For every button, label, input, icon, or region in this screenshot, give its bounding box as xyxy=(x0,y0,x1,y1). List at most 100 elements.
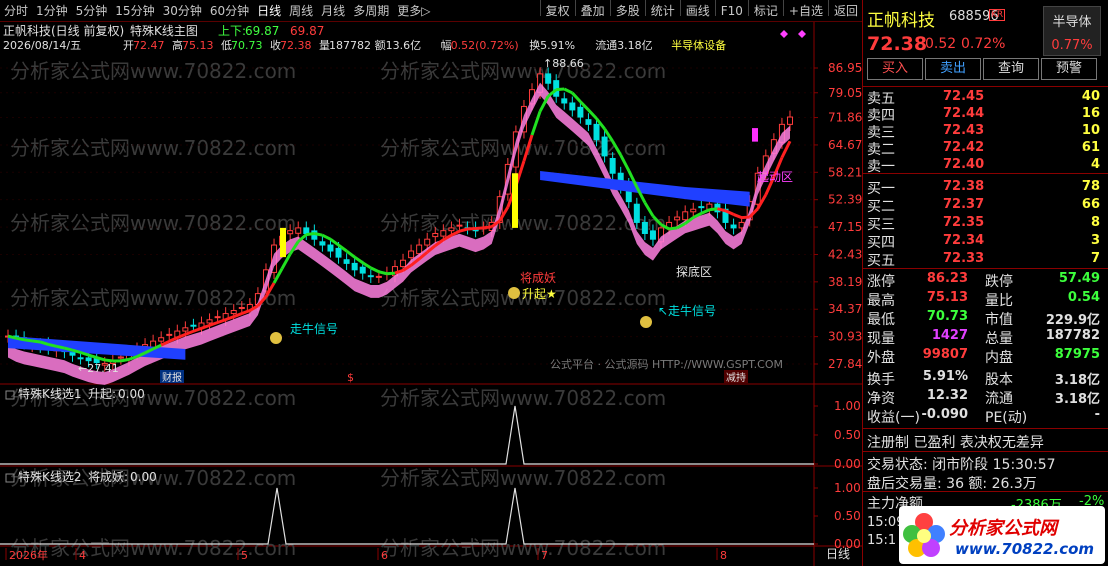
candle-body xyxy=(601,136,608,157)
caibao-marker: 财报 xyxy=(162,371,182,384)
price-tick-label: 47.15 xyxy=(828,220,862,234)
stat-label: 最高 xyxy=(867,293,895,309)
query-button[interactable]: 查询 xyxy=(983,58,1039,80)
sell-button[interactable]: 卖出 xyxy=(925,58,981,80)
period-tab-0[interactable]: 分时 xyxy=(0,0,32,22)
toolbar-button-4[interactable]: 画线 xyxy=(682,0,714,22)
price-tick-label: 38.19 xyxy=(828,275,862,289)
stat-label: 最低 xyxy=(867,312,895,328)
ma-line xyxy=(345,249,356,259)
toolbar-button-7[interactable]: +自选 xyxy=(785,0,827,22)
candle-body xyxy=(287,230,294,235)
stat-label: 市值 xyxy=(985,312,1013,328)
sector-pct: 0.77% xyxy=(1051,38,1093,53)
ma-line xyxy=(64,346,73,352)
toolbar-separator xyxy=(644,0,646,16)
watermark-text: 分析家公式网www.70822.com xyxy=(380,59,666,83)
jianchi-marker: 减持 xyxy=(726,371,746,384)
candle-body xyxy=(190,324,197,327)
candle-body xyxy=(448,227,455,232)
ma-line xyxy=(483,225,492,230)
buy-button[interactable]: 买入 xyxy=(867,58,923,80)
candle-body xyxy=(367,275,374,278)
candle-body xyxy=(319,241,326,246)
period-tab-9[interactable]: 多周期 xyxy=(349,0,393,22)
toolbar-separator xyxy=(747,0,749,16)
candle-body xyxy=(214,316,221,319)
candle-body xyxy=(158,337,165,342)
sector-box[interactable]: 半导体 0.77% xyxy=(1043,6,1101,56)
period-tab-10[interactable]: 更多▷ xyxy=(393,0,434,22)
ma-line xyxy=(23,338,33,343)
sub1-tick-label: 0.00 xyxy=(834,457,861,471)
period-tab-5[interactable]: 60分钟 xyxy=(206,0,253,22)
stat-value: -0.090 xyxy=(921,407,968,422)
toolbar-separator xyxy=(679,0,681,16)
kline-chart[interactable]: 分析家公式网www.70822.com 分析家公式网www.70822.com 分析… xyxy=(0,22,862,566)
period-tab-8[interactable]: 月线 xyxy=(317,0,349,22)
ma-line xyxy=(56,344,65,350)
dividend-marker-icon: $ xyxy=(347,371,354,384)
orderbook-volume: 66 xyxy=(1081,197,1100,212)
candle-body xyxy=(77,357,84,360)
candle-body xyxy=(182,327,189,332)
candle-body xyxy=(408,250,415,259)
orderbook-label: 买一 xyxy=(867,181,895,197)
period-tab-7[interactable]: 周线 xyxy=(285,0,317,22)
candle-body xyxy=(295,227,302,234)
stat-label: 外盘 xyxy=(867,350,895,366)
ma-line xyxy=(717,207,726,213)
orderbook-volume: 40 xyxy=(1081,89,1100,104)
toolbar-button-3[interactable]: 统计 xyxy=(647,0,679,22)
zouniu-signal-label: ↖走牛信号 xyxy=(658,303,716,318)
sub1-tick-label: 1.00 xyxy=(834,399,861,413)
orderbook-volume: 61 xyxy=(1081,140,1100,155)
period-tab-2[interactable]: 5分钟 xyxy=(72,0,112,22)
price-tick-label: 34.37 xyxy=(828,302,862,316)
period-toolbar: 分时 1分钟 5分钟 15分钟 30分钟 60分钟 日线 周线 月线 多周期 更多▷ 复权 叠加 多股统… xyxy=(0,0,862,22)
toolbar-button-5[interactable]: F10 xyxy=(717,0,747,22)
alert-button[interactable]: 预警 xyxy=(1041,58,1097,80)
toolbar-button-2[interactable]: 多股 xyxy=(612,0,644,22)
sub1-tick-label: 0.50 xyxy=(834,428,861,442)
price-tick-label: 58.21 xyxy=(828,165,862,179)
ma-line xyxy=(184,329,194,336)
period-tab-1[interactable]: 1分钟 xyxy=(32,0,72,22)
candle-body xyxy=(593,123,600,141)
flower-logo-icon xyxy=(903,513,945,557)
stat-label: 净资 xyxy=(867,391,895,407)
toolbar-button-6[interactable]: 标记 xyxy=(750,0,782,22)
ma-line xyxy=(314,232,323,237)
subchart1-label: 升起: xyxy=(88,387,116,401)
qidong-zone-label: 起动区 xyxy=(757,170,793,184)
info-bar-text: 70.73 xyxy=(231,39,263,52)
ma-line xyxy=(475,226,484,230)
candle-body xyxy=(117,356,124,359)
period-tab-6[interactable]: 日线 xyxy=(253,0,285,22)
period-tab-4[interactable]: 30分钟 xyxy=(159,0,206,22)
candle-body xyxy=(351,262,358,271)
reg-info: 注册制 已盈利 表决权无差异 xyxy=(867,435,1044,451)
subchart1-title: 特殊K线选1 xyxy=(18,386,82,401)
shengqi-label: 升起★ xyxy=(522,287,557,301)
orderbook-volume: 78 xyxy=(1081,179,1100,194)
candle-body xyxy=(730,224,737,229)
stat-label: 流通 xyxy=(985,391,1013,407)
period-tab-3[interactable]: 15分钟 xyxy=(111,0,158,22)
toolbar-button-1[interactable]: 叠加 xyxy=(577,0,609,22)
after-hours: 盘后交易量: 36 额: 26.3万 xyxy=(867,476,1037,492)
sub2-tick-label: 1.00 xyxy=(834,481,861,495)
orderbook-price: 72.37 xyxy=(943,197,985,212)
orderbook-price: 72.34 xyxy=(943,233,985,248)
subchart2-value: 0.00 xyxy=(130,470,157,484)
toolbar-button-8[interactable]: 返回 xyxy=(830,0,862,22)
candle-body xyxy=(569,102,576,111)
ma-line xyxy=(7,334,17,340)
orderbook-price: 72.44 xyxy=(943,106,985,121)
orderbook-volume: 4 xyxy=(1090,157,1100,172)
price-change: 0.52 xyxy=(925,36,957,52)
toolbar-button-0[interactable]: 复权 xyxy=(542,0,574,22)
jiangchengyao-label: 将成妖 xyxy=(520,271,556,285)
money-bag-icon xyxy=(508,287,520,299)
orderbook-price: 72.42 xyxy=(943,140,985,155)
